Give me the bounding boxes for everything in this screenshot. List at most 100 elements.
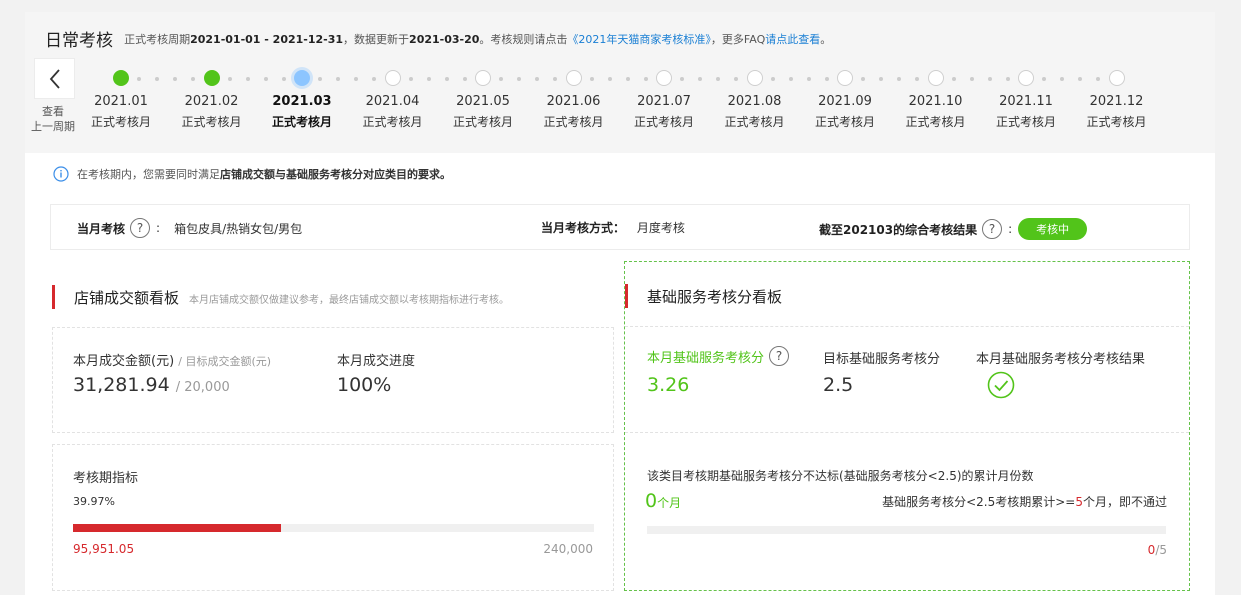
timeline-connector-dot (336, 77, 341, 81)
timeline-connector-dot (915, 77, 920, 81)
timeline-connector-dot (607, 77, 612, 81)
amount-number: 31,281.94 (73, 374, 170, 396)
timeline-connector-dot (517, 77, 522, 81)
timeline-connector-dot (1096, 77, 1101, 81)
progress-value: 100% (337, 374, 392, 396)
timeline-connector-dot (426, 77, 431, 81)
timeline-connector-dot (1005, 77, 1010, 81)
timeline-step-label: 正式考核月 (995, 115, 1056, 129)
fail-rule-text: 个月，即不通过 (1082, 495, 1167, 509)
check-circle-icon (987, 371, 1015, 399)
fail-progress-text: 0/5 (1148, 543, 1167, 557)
question-icon[interactable]: ? (769, 346, 790, 366)
colon: : (156, 221, 161, 235)
timeline-step-label: 正式考核月 (724, 115, 785, 129)
timeline-connector-dot (770, 77, 775, 81)
target-label-text: / 目标成交金额(元) (178, 355, 272, 368)
fail-rule-text: 基础服务考核分<2.5考核期累计>= (882, 495, 1076, 509)
previous-period-label[interactable]: 查看 上一周期 (25, 104, 81, 134)
timeline-connector-dot (734, 77, 739, 81)
timeline-step-label: 正式考核月 (633, 115, 694, 129)
timeline-step-label: 正式考核月 (271, 115, 332, 129)
fail-count-number: 0 (645, 490, 658, 512)
timeline-connector-dot (625, 77, 630, 81)
timeline-step-month: 2021.05 (456, 94, 510, 109)
info-text: 。考核规则请点击 (479, 32, 568, 46)
target-score-value: 2.5 (823, 374, 854, 396)
title-accent-bar (52, 285, 55, 309)
timeline-connector-dot (1042, 77, 1047, 81)
period-percent: 39.97% (73, 495, 115, 508)
method-value: 月度考核 (636, 221, 685, 235)
timeline-step-dot (475, 70, 491, 86)
method-label: 当月考核方式： (541, 221, 626, 235)
back-label-line2: 上一周期 (31, 120, 75, 133)
score-label: 本月基础服务考核分 ? (647, 346, 795, 366)
period-indicator-card: 考核期指标 39.97% 95,951.05 240,000 (52, 444, 614, 591)
timeline-connector-dot (1078, 77, 1083, 81)
question-icon[interactable]: ? (982, 219, 1003, 239)
timeline-step-month: 2021.02 (184, 94, 239, 109)
timeline-connector-dot (680, 77, 685, 81)
rule-link[interactable]: 《2021年天猫商家考核标准》 (567, 33, 711, 46)
fail-rule-number: 5 (1075, 495, 1083, 509)
timeline-connector-dot (861, 77, 866, 81)
month-assessment: 当月考核 ? : 箱包皮具/热销女包/男包 (77, 218, 302, 238)
timeline-connector-dot (589, 77, 594, 81)
timeline-step-month: 2021.12 (1089, 94, 1144, 109)
service-score-board: 基础服务考核分看板 本月基础服务考核分 ? 3.26 目标基础服务考核分 2.5… (624, 261, 1190, 591)
timeline-connector-dot (698, 77, 703, 81)
timeline-connector-dot (553, 77, 558, 81)
assessment-method: 当月考核方式： 月度考核 (541, 219, 685, 236)
timeline-step-month: 2021.11 (999, 94, 1053, 109)
assessment-panel: 日常考核 正式考核周期2021-01-01 - 2021-12-31，数据更新于… (25, 12, 1215, 595)
fail-months-count: 0个月 (645, 490, 681, 512)
timeline-step-dot (294, 70, 310, 86)
timeline-connector-dot (191, 77, 196, 81)
timeline-connector-dot (806, 77, 811, 81)
timeline-connector-dot (281, 77, 286, 81)
timeline-connector-dot (788, 77, 793, 81)
title-row: 日常考核 正式考核周期2021-01-01 - 2021-12-31，数据更新于… (45, 26, 831, 51)
timeline-connector-dot (1060, 77, 1065, 81)
timeline-connector-dot (444, 77, 449, 81)
question-icon[interactable]: ? (130, 218, 151, 238)
timeline-step-dot (203, 70, 220, 86)
timeline-connector-dot (155, 77, 160, 81)
notice-bold: 店铺成交额与基础服务考核分对应类目的要求。 (220, 168, 451, 181)
period-indicator-label: 考核期指标 (73, 471, 139, 486)
summary-bar: 当月考核 ? : 箱包皮具/热销女包/男包 当月考核方式： 月度考核 截至202… (50, 204, 1190, 250)
fail-count-unit: 个月 (657, 496, 682, 510)
status-badge: 考核中 (1018, 218, 1088, 240)
timeline-connector-dot (879, 77, 884, 81)
info-icon (53, 166, 69, 182)
section-title: 店铺成交额看板 (74, 289, 180, 307)
timeline-step-month: 2021.07 (637, 94, 691, 109)
previous-period-button[interactable] (34, 58, 75, 99)
timeline-step-month: 2021.08 (727, 94, 782, 109)
back-label-line1: 查看 (42, 105, 64, 118)
info-text: ，数据更新于 (343, 32, 410, 46)
timeline-connector-dot (227, 77, 232, 81)
timeline-step-label: 正式考核月 (905, 115, 966, 129)
timeline-step-dot (837, 70, 853, 86)
timeline-connector-dot (824, 77, 829, 81)
target-score-label: 目标基础服务考核分 (823, 352, 941, 367)
amount-label: 本月成交金额(元) / 目标成交金额(元) (73, 350, 271, 369)
timeline-step-dot (1108, 70, 1125, 86)
section-title: 基础服务考核分看板 (647, 288, 783, 306)
info-text: ，更多FAQ (710, 32, 766, 46)
colon: : (1008, 222, 1013, 236)
timeline-connector-dot (987, 77, 992, 81)
period-info: 正式考核周期2021-01-01 - 2021-12-31，数据更新于2021-… (124, 33, 831, 46)
timeline-connector-dot (969, 77, 974, 81)
target-number: / 20,000 (175, 380, 230, 395)
timeline-step-dot (746, 70, 763, 86)
faq-link[interactable]: 请点此查看 (765, 33, 820, 46)
timeline-step-dot (113, 70, 129, 86)
period-progress-bar (73, 524, 594, 532)
info-text: 。 (820, 32, 832, 46)
info-text: 正式考核周期 (124, 32, 191, 46)
overall-result: 截至202103的综合考核结果 ? : 考核中 (819, 218, 1088, 240)
timeline-step-month: 2021.04 (365, 94, 420, 109)
